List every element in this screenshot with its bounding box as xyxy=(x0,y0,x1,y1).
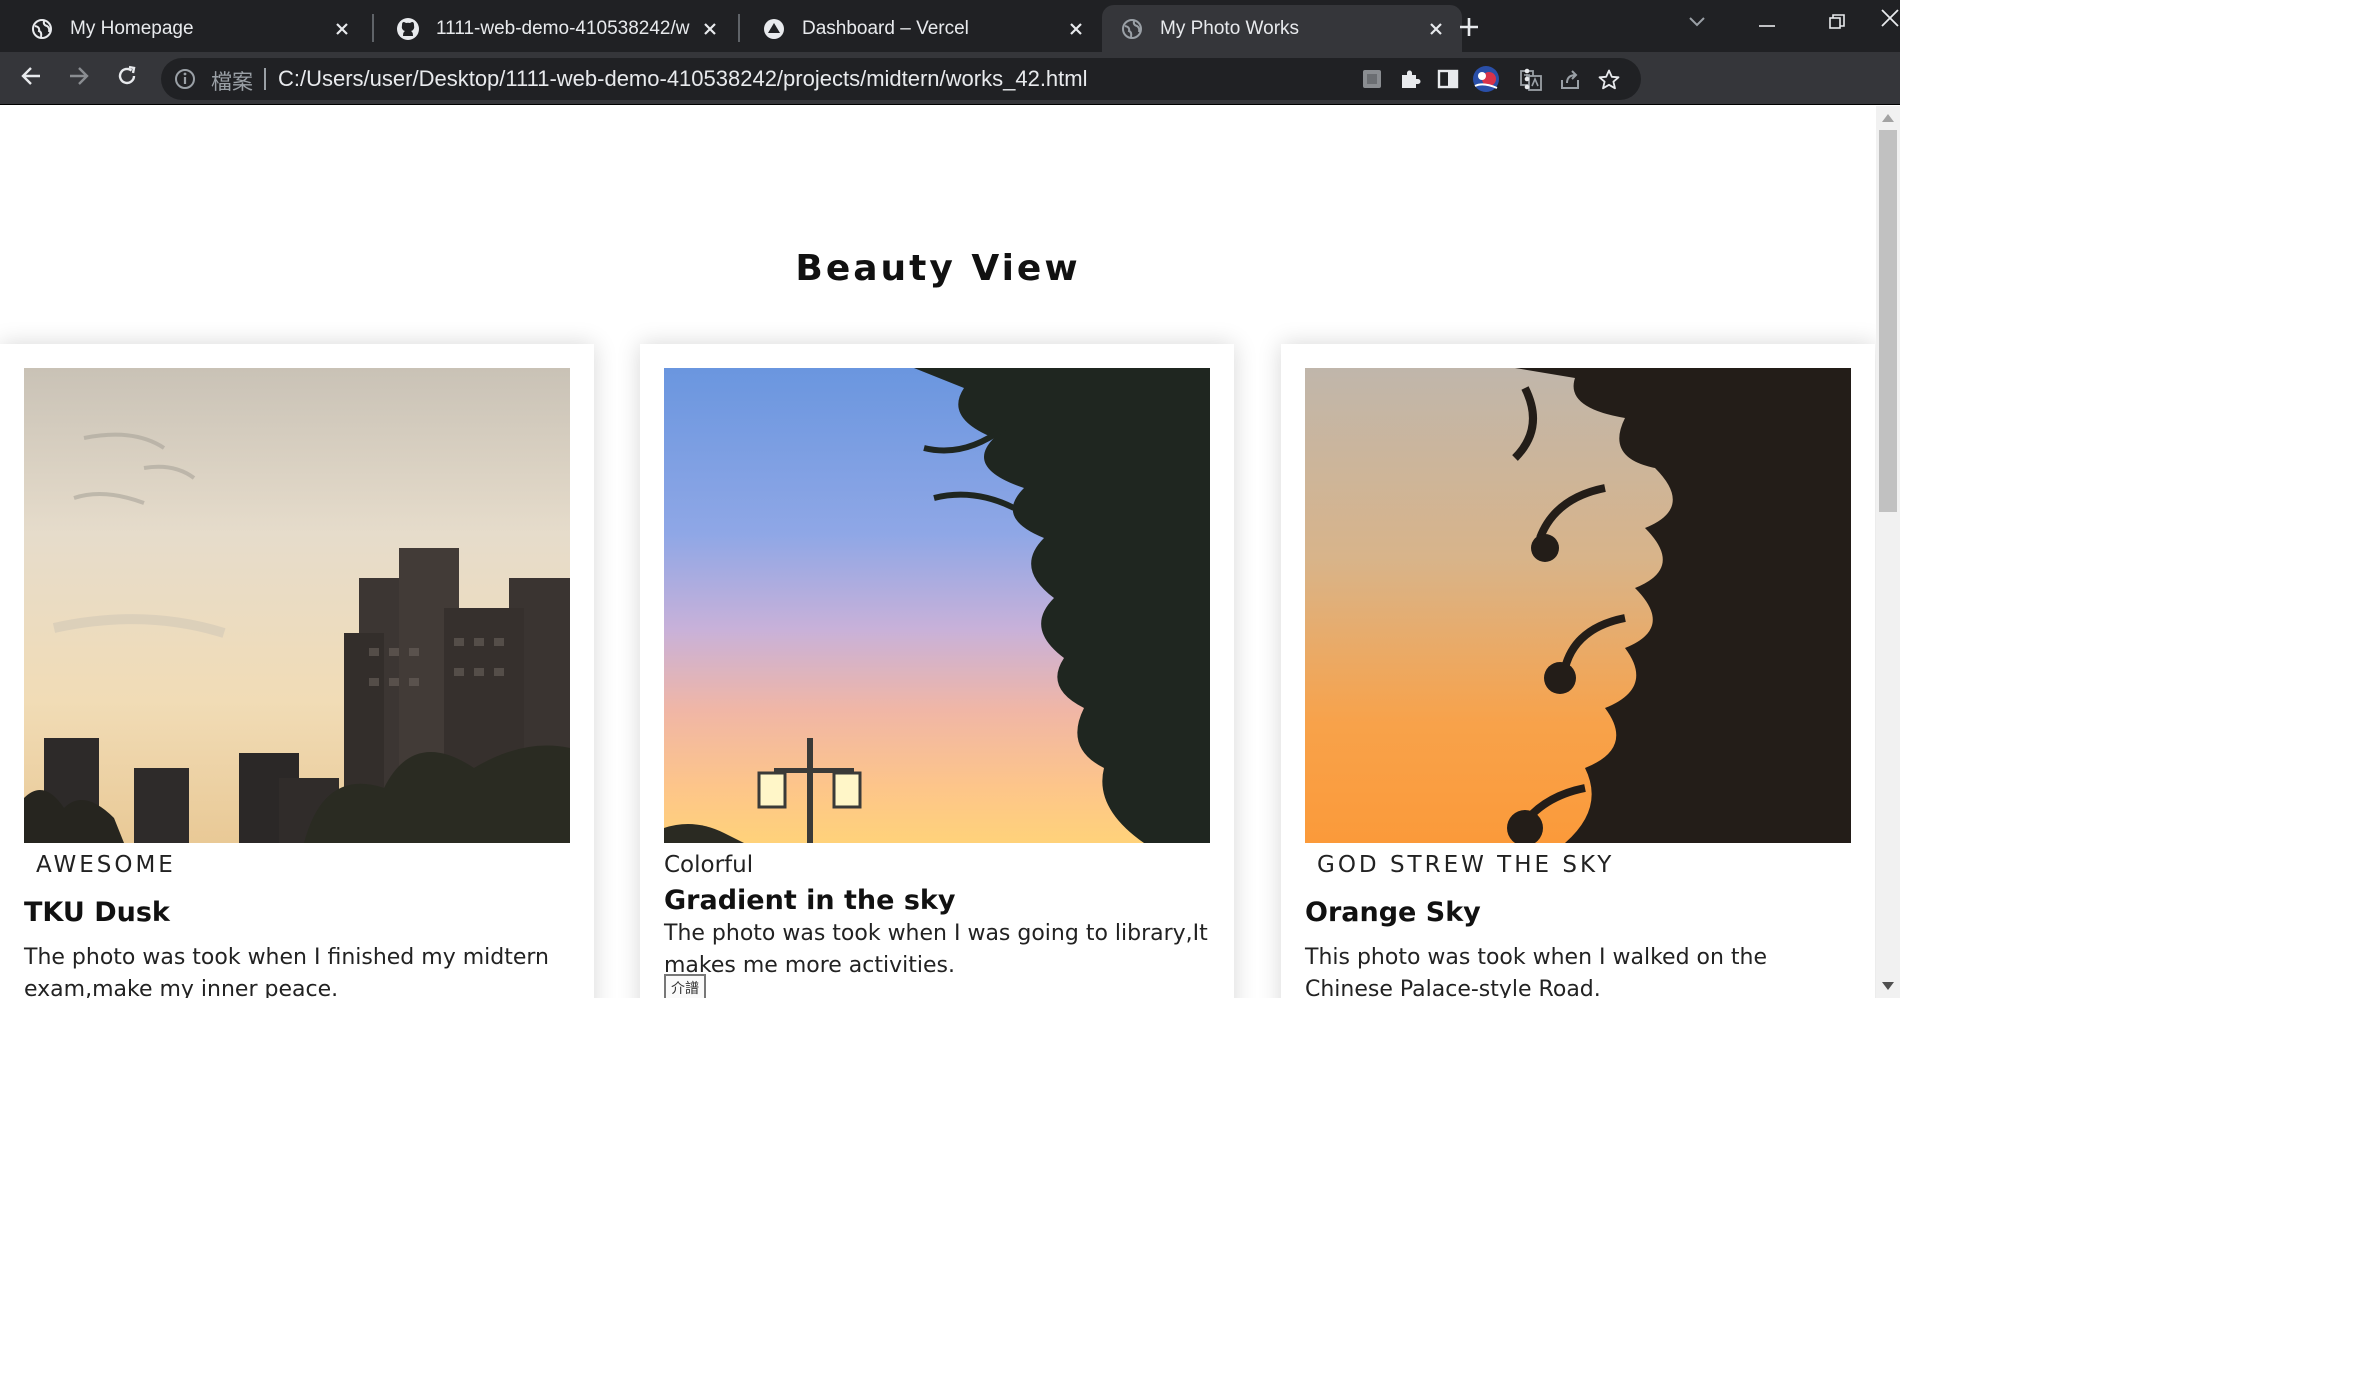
restore-button[interactable] xyxy=(1814,4,1860,44)
tab-title: My Homepage xyxy=(70,17,194,39)
github-icon xyxy=(396,17,420,41)
card-title: Gradient in the sky xyxy=(664,885,956,916)
card-description: The photo was took when I was going to l… xyxy=(664,921,1208,978)
profile-avatar[interactable] xyxy=(1471,64,1501,94)
forward-button[interactable] xyxy=(62,61,96,95)
new-tab-button[interactable] xyxy=(1452,10,1486,44)
tab-github-repo[interactable]: 1111-web-demo-410538242/w xyxy=(366,5,736,52)
page-title: Beauty View xyxy=(795,248,1081,289)
tab-search-button[interactable] xyxy=(1674,4,1720,44)
globe-icon xyxy=(30,17,54,41)
tab-title: My Photo Works xyxy=(1160,17,1300,39)
card-description: The photo was took when I finished my mi… xyxy=(24,945,549,998)
minimize-icon xyxy=(1759,15,1775,33)
card-description: This photo was took when I walked on the… xyxy=(1305,945,1768,998)
tab-my-homepage[interactable]: My Homepage xyxy=(0,5,368,52)
reload-button[interactable] xyxy=(110,61,144,95)
globe-icon xyxy=(1120,17,1144,41)
card-tag: AWESOME xyxy=(36,852,176,878)
close-window-icon[interactable] xyxy=(1880,8,1900,32)
restore-icon xyxy=(1829,13,1845,35)
close-icon[interactable] xyxy=(1424,17,1448,41)
card-title: Orange Sky xyxy=(1305,897,1481,928)
url-text[interactable]: C:/Users/user/Desktop/1111-web-demo-4105… xyxy=(278,66,1088,92)
address-divider xyxy=(264,68,266,90)
photo-card-gradient-sky: Colorful Gradient in the sky The photo w… xyxy=(640,344,1234,998)
star-icon[interactable] xyxy=(1596,67,1622,93)
tab-title: Dashboard – Vercel xyxy=(802,17,969,39)
tab-title: 1111-web-demo-410538242/w xyxy=(436,17,690,39)
vercel-icon xyxy=(762,17,786,41)
minimize-button[interactable] xyxy=(1744,4,1790,44)
broken-image-icon: 介譜 xyxy=(664,974,706,998)
scheme-label: 檔案 xyxy=(211,71,253,94)
chevron-down-icon xyxy=(1688,15,1706,33)
tab-my-photo-works[interactable]: My Photo Works xyxy=(1102,5,1462,52)
broken-image-alt: 介譜 xyxy=(671,980,699,996)
close-icon[interactable] xyxy=(1064,17,1088,41)
browser-toolbar: 檔案 C:/Users/user/Desktop/1111-web-demo-4… xyxy=(0,52,1900,105)
photo-gradient-sky xyxy=(664,368,1210,843)
arrow-left-icon xyxy=(19,64,43,93)
info-icon[interactable] xyxy=(173,67,197,91)
card-tag: Colorful xyxy=(664,852,754,878)
page-viewport: Beauty View AWESOME TKU Dusk The photo w… xyxy=(0,106,1876,998)
puzzle-icon[interactable] xyxy=(1395,64,1425,94)
vertical-scrollbar[interactable] xyxy=(1876,106,1900,998)
share-icon[interactable] xyxy=(1557,67,1583,93)
close-icon[interactable] xyxy=(698,17,722,41)
photo-orange-sky xyxy=(1305,368,1851,843)
card-title: TKU Dusk xyxy=(24,897,170,928)
scroll-up-arrow-icon[interactable] xyxy=(1882,114,1894,122)
tab-vercel-dashboard[interactable]: Dashboard – Vercel xyxy=(732,5,1102,52)
arrow-right-icon xyxy=(67,64,91,93)
scroll-down-arrow-icon[interactable] xyxy=(1882,982,1894,990)
browser-window: My Homepage 1111-web-demo-410538242/w Da… xyxy=(0,0,1900,998)
card-tag: GOD STREW THE SKY xyxy=(1317,852,1615,878)
back-button[interactable] xyxy=(14,61,48,95)
extension-tile-icon[interactable] xyxy=(1357,64,1387,94)
reload-icon xyxy=(115,64,139,93)
tab-strip: My Homepage 1111-web-demo-410538242/w Da… xyxy=(0,0,1900,52)
close-icon[interactable] xyxy=(330,17,354,41)
photo-card-orange-sky: GOD STREW THE SKY Orange Sky This photo … xyxy=(1281,344,1875,998)
photo-tku-dusk xyxy=(24,368,570,843)
menu-kebab-icon[interactable] xyxy=(1512,64,1542,94)
photo-card-tku-dusk: AWESOME TKU Dusk The photo was took when… xyxy=(0,344,594,998)
side-panel-icon[interactable] xyxy=(1433,64,1463,94)
scrollbar-thumb[interactable] xyxy=(1879,130,1897,512)
